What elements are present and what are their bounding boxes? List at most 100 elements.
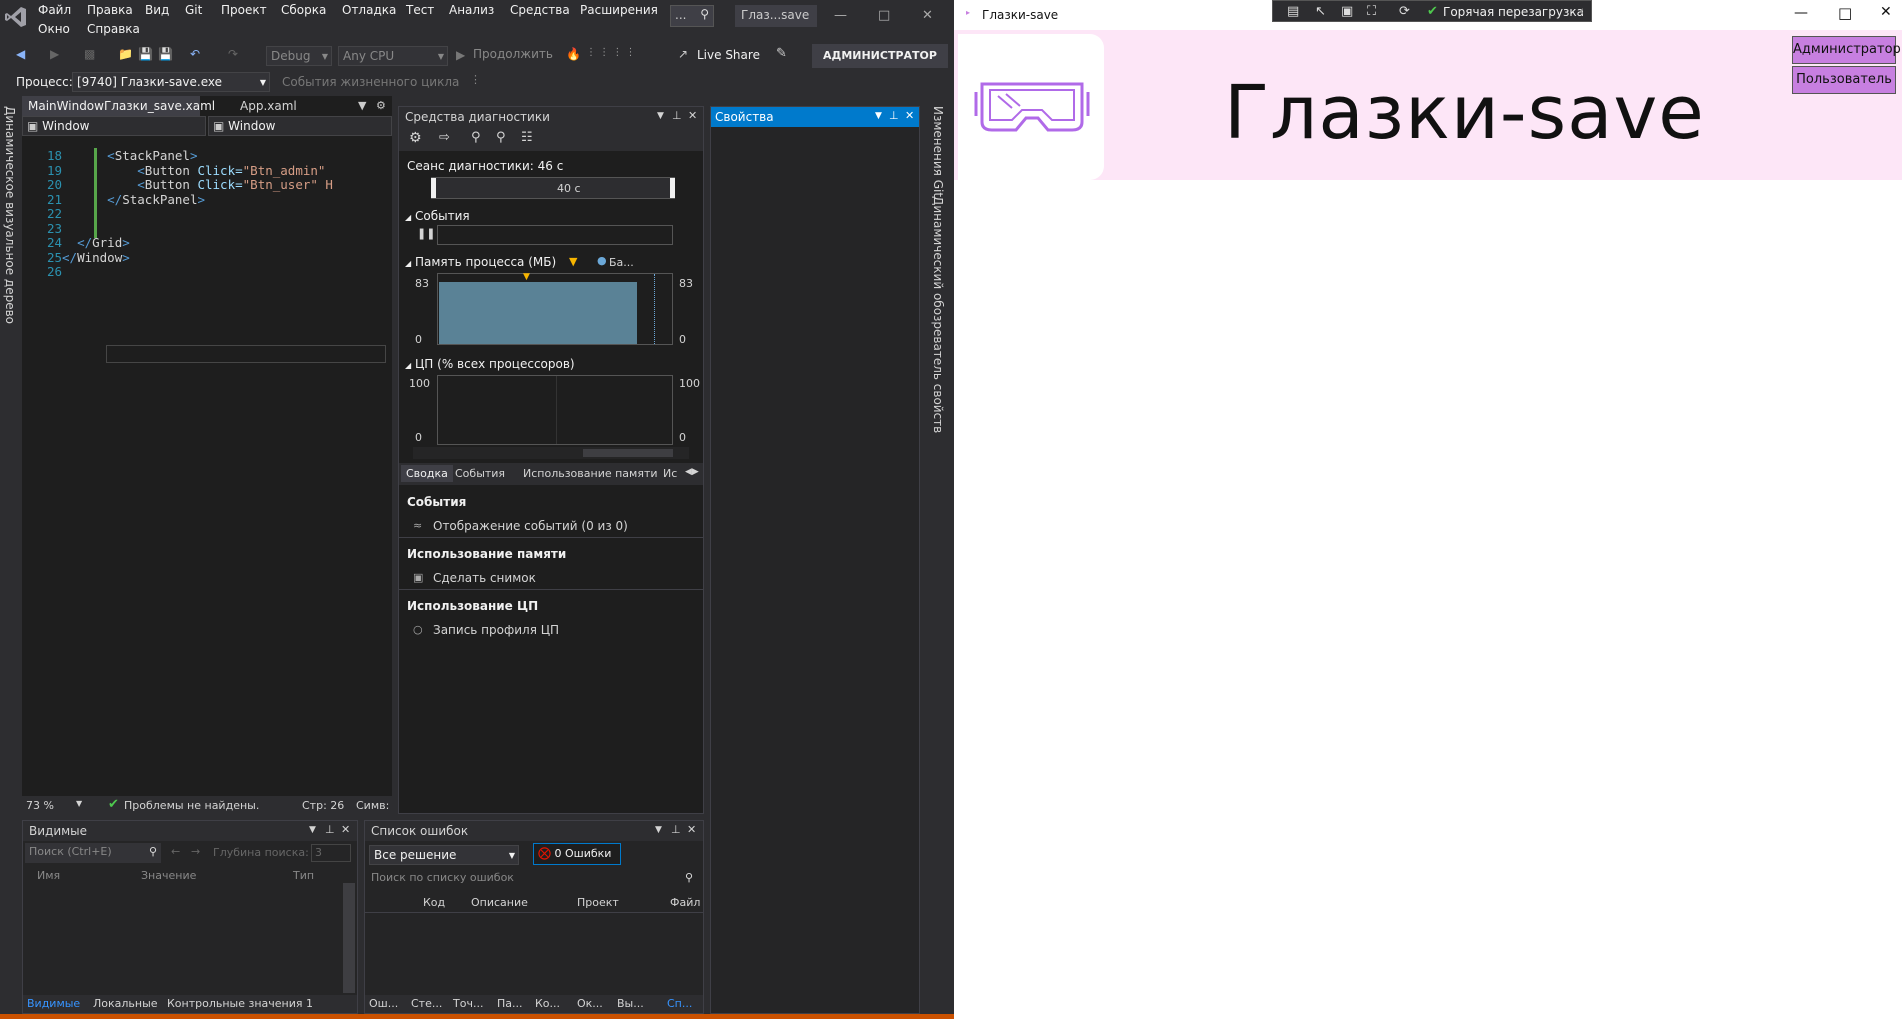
live-visual-tree-tab[interactable]: Динамическое визуальное дерево bbox=[3, 106, 17, 324]
save-icon[interactable]: 💾 bbox=[138, 47, 153, 61]
tab-mainwindow-xaml[interactable]: MainWindowГлазки_save.xaml bbox=[22, 96, 215, 116]
tab-call-stack[interactable]: Сте... bbox=[411, 997, 442, 1010]
configuration-select[interactable]: Debug ▼ bbox=[266, 46, 332, 66]
record-cpu-link[interactable]: Запись профиля ЦП bbox=[433, 623, 559, 637]
menu-view[interactable]: Вид bbox=[145, 3, 169, 17]
pin-icon[interactable]: ⊥ bbox=[671, 823, 681, 836]
chevron-down-icon[interactable]: ▼ bbox=[309, 825, 316, 835]
tab-memory-usage[interactable]: Использование памяти bbox=[523, 467, 658, 480]
errors-filter-button[interactable]: ⨂ 0 Ошибки bbox=[533, 843, 621, 865]
tab-immediate[interactable]: Ок... bbox=[577, 997, 603, 1010]
forward-arrow-icon[interactable]: → bbox=[191, 845, 200, 858]
vs-search-box[interactable]: ... ⚲ bbox=[670, 5, 714, 27]
lifecycle-events-button[interactable]: События жизненного цикла bbox=[282, 75, 459, 89]
tab-memory[interactable]: Па... bbox=[497, 997, 523, 1010]
settings-gear-icon[interactable]: ⚙ bbox=[409, 130, 422, 146]
open-folder-icon[interactable]: 📁 bbox=[118, 47, 133, 61]
close-icon[interactable]: ✕ bbox=[905, 109, 914, 122]
menu-edit[interactable]: Правка bbox=[87, 3, 133, 17]
save-all-icon[interactable]: 💾 bbox=[158, 47, 173, 61]
export-icon[interactable]: ⇨ bbox=[439, 130, 450, 145]
menu-window[interactable]: Окно bbox=[38, 22, 70, 36]
chevron-down-icon[interactable]: ▼ bbox=[657, 111, 664, 121]
maximize-icon[interactable]: □ bbox=[1838, 4, 1852, 22]
column-description[interactable]: Описание bbox=[471, 896, 528, 909]
tab-watch-1[interactable]: Контрольные значения 1 bbox=[167, 997, 313, 1010]
feedback-icon[interactable]: ✎ bbox=[776, 46, 787, 61]
collapse-icon[interactable]: ◢ bbox=[405, 361, 411, 370]
tab-breakpoints[interactable]: Точ... bbox=[453, 997, 483, 1010]
menu-help[interactable]: Справка bbox=[87, 22, 140, 36]
zoom-in-icon[interactable]: ⚲ bbox=[471, 130, 481, 145]
menu-build[interactable]: Сборка bbox=[281, 3, 326, 17]
tab-errors[interactable]: Ош... bbox=[369, 997, 398, 1010]
track-focus-icon[interactable]: ⛶ bbox=[1367, 4, 1376, 19]
menu-extensions[interactable]: Расширения bbox=[580, 3, 658, 17]
undo-icon[interactable]: ↶ bbox=[190, 47, 200, 61]
select-element-icon[interactable]: ↖ bbox=[1315, 4, 1326, 19]
menu-git[interactable]: Git bbox=[185, 3, 202, 17]
git-changes-tab[interactable]: Изменения Git bbox=[931, 106, 945, 197]
autos-scrollbar[interactable] bbox=[343, 883, 355, 993]
column-project[interactable]: Проект bbox=[577, 896, 619, 909]
chevron-down-icon[interactable]: ▼ bbox=[875, 111, 882, 121]
timeline-start-handle[interactable] bbox=[431, 178, 436, 198]
collapse-toolbar-icon[interactable]: ‹ bbox=[1579, 4, 1584, 19]
column-code[interactable]: Код bbox=[423, 896, 445, 909]
column-value[interactable]: Значение bbox=[141, 869, 196, 882]
timeline-scrollbar[interactable] bbox=[413, 447, 689, 459]
tab-summary[interactable]: Сводка bbox=[401, 465, 453, 482]
back-arrow-icon[interactable]: ← bbox=[171, 845, 180, 858]
scrollbar-thumb[interactable] bbox=[583, 449, 673, 457]
zoom-level[interactable]: 73 % bbox=[26, 799, 54, 812]
display-adorners-icon[interactable]: ▣ bbox=[1341, 4, 1353, 19]
pin-icon[interactable]: ⊥ bbox=[325, 823, 335, 836]
admin-button[interactable]: Администратор bbox=[1792, 36, 1901, 64]
close-icon[interactable]: ✕ bbox=[1880, 4, 1892, 20]
tab-cpu-usage[interactable]: Ис bbox=[663, 467, 677, 480]
live-share-button[interactable]: Live Share bbox=[697, 48, 760, 62]
close-icon[interactable]: ✕ bbox=[341, 823, 350, 836]
minimize-icon[interactable]: — bbox=[834, 8, 847, 23]
gear-icon[interactable]: ⚙ bbox=[376, 99, 386, 112]
minimize-icon[interactable]: — bbox=[1794, 5, 1808, 21]
hot-reload-status[interactable]: Горячая перезагрузка bbox=[1443, 5, 1584, 19]
close-icon[interactable]: ✕ bbox=[687, 823, 696, 836]
close-icon[interactable]: ✕ bbox=[688, 109, 697, 122]
tab-locals[interactable]: Локальные bbox=[93, 997, 158, 1010]
close-icon[interactable]: ✕ bbox=[922, 8, 933, 23]
process-select[interactable]: [9740] Глазки-save.exe ▼ bbox=[72, 72, 270, 92]
go-to-live-visual-tree-icon[interactable]: ▤ bbox=[1287, 4, 1299, 19]
tab-error-list[interactable]: Сп... bbox=[667, 997, 692, 1010]
code-area[interactable]: 18 <StackPanel> 19 <Button Click="Btn_adm… bbox=[22, 138, 392, 798]
redo-icon[interactable]: ↷ bbox=[228, 47, 238, 61]
platform-select[interactable]: Any CPU ▼ bbox=[338, 46, 448, 66]
collapse-icon[interactable]: ◢ bbox=[405, 259, 411, 268]
pin-icon[interactable]: ⊥ bbox=[889, 109, 899, 122]
live-property-explorer-tab[interactable]: Динамический обозреватель свойств bbox=[931, 196, 945, 433]
chevron-down-icon[interactable]: ▼ bbox=[76, 799, 82, 808]
autos-search-input[interactable]: Поиск (Ctrl+E) ⚲ bbox=[25, 843, 161, 863]
live-share-icon[interactable]: ↗ bbox=[678, 47, 688, 61]
take-snapshot-link[interactable]: Сделать снимок bbox=[433, 571, 536, 585]
hot-reload-flame-icon[interactable]: 🔥 bbox=[566, 47, 581, 61]
menu-project[interactable]: Проект bbox=[221, 3, 267, 17]
step-icons[interactable]: ⋮ ⋮ ⋮ ⋮ bbox=[586, 47, 636, 58]
tab-output[interactable]: Вы... bbox=[617, 997, 644, 1010]
reset-zoom-icon[interactable]: ☷ bbox=[521, 130, 533, 145]
thread-icon[interactable]: ⋮ bbox=[470, 73, 481, 86]
show-events-link[interactable]: Отображение событий (0 из 0) bbox=[433, 519, 628, 533]
tab-autos[interactable]: Видимые bbox=[27, 997, 80, 1010]
issues-status[interactable]: Проблемы не найдены. bbox=[124, 799, 259, 812]
tab-command[interactable]: Ко... bbox=[535, 997, 560, 1010]
session-timeline[interactable]: 40 с bbox=[431, 177, 675, 199]
back-icon[interactable]: ◀ bbox=[16, 47, 25, 61]
column-name[interactable]: Имя bbox=[37, 869, 60, 882]
new-item-icon[interactable]: ▩ bbox=[84, 47, 95, 61]
timeline-end-handle[interactable] bbox=[670, 178, 675, 198]
zoom-out-icon[interactable]: ⚲ bbox=[496, 130, 506, 145]
menu-debug[interactable]: Отладка bbox=[342, 3, 396, 17]
menu-tools[interactable]: Средства bbox=[510, 3, 570, 17]
scope-select-left[interactable]: ▣ Window bbox=[22, 116, 206, 136]
tab-events[interactable]: События bbox=[455, 467, 505, 480]
